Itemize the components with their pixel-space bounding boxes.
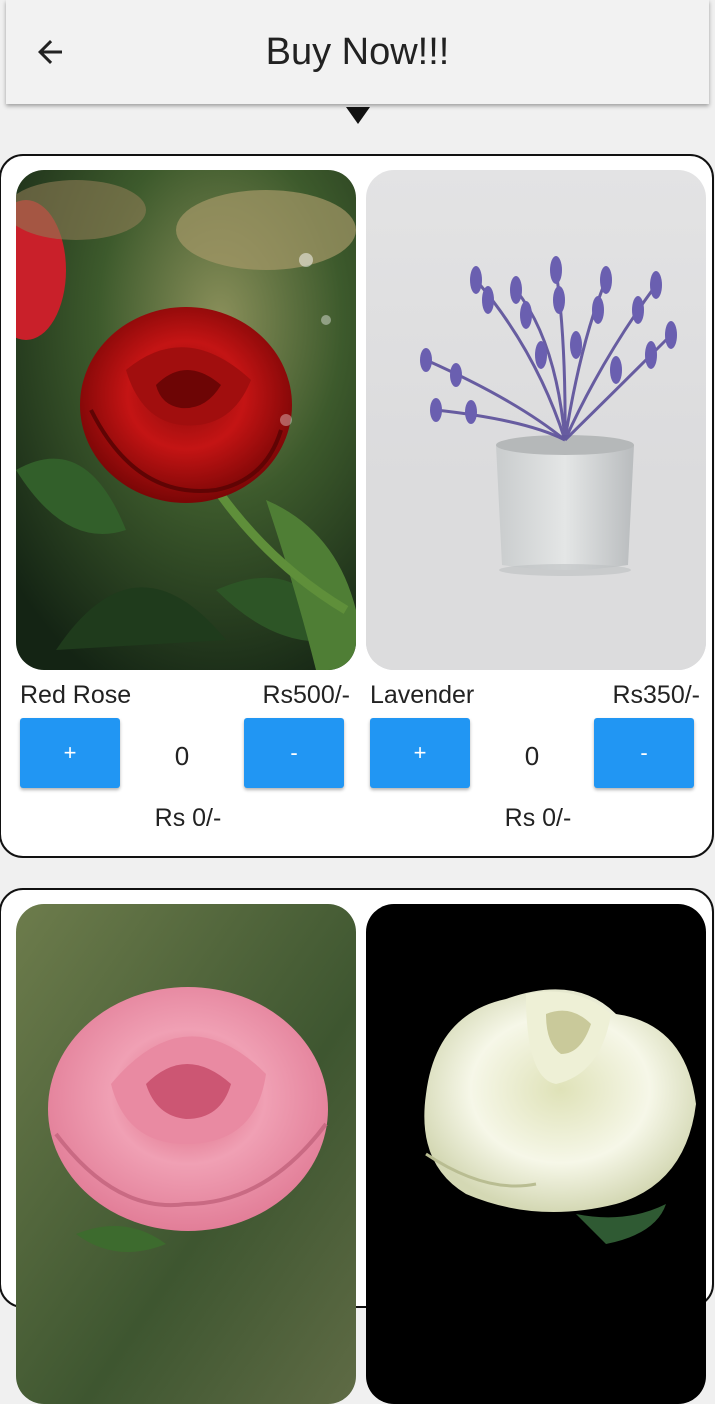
product-price: Rs350/-	[612, 681, 700, 709]
app-bar: Buy Now!!!	[6, 0, 709, 104]
product-info-row: Red Rose Rs500/-	[16, 674, 356, 716]
product-info-row: Lavender Rs350/-	[366, 674, 706, 716]
white-rose-image	[366, 904, 706, 1404]
quantity-controls: + 0 -	[366, 718, 706, 788]
lavender-image	[366, 170, 706, 670]
product-red-rose: Red Rose Rs500/- + 0 - Rs 0/-	[16, 170, 356, 834]
product-white-rose	[366, 904, 706, 1404]
product-pink-rose	[16, 904, 356, 1404]
red-rose-image	[16, 170, 356, 670]
product-name: Red Rose	[20, 681, 132, 709]
product-name: Lavender	[370, 681, 475, 709]
quantity-controls: + 0 -	[16, 718, 356, 788]
product-lavender: Lavender Rs350/- + 0 - Rs 0/-	[366, 170, 706, 834]
decrease-quantity-button[interactable]: -	[594, 718, 694, 788]
quantity-value: 0	[174, 741, 190, 771]
product-price: Rs500/-	[262, 681, 350, 709]
product-row-card	[0, 888, 714, 1404]
page-title: Buy Now!!!	[265, 31, 450, 73]
product-total: Rs 0/-	[154, 804, 222, 832]
product-row-card: Red Rose Rs500/- + 0 - Rs 0/- Lavender R…	[0, 154, 714, 858]
increase-quantity-button[interactable]: +	[20, 718, 120, 788]
dropdown-caret-icon	[346, 107, 370, 124]
decrease-quantity-button[interactable]: -	[244, 718, 344, 788]
pink-rose-image	[16, 904, 356, 1404]
increase-quantity-button[interactable]: +	[370, 718, 470, 788]
product-total: Rs 0/-	[504, 804, 572, 832]
quantity-value: 0	[524, 741, 540, 771]
